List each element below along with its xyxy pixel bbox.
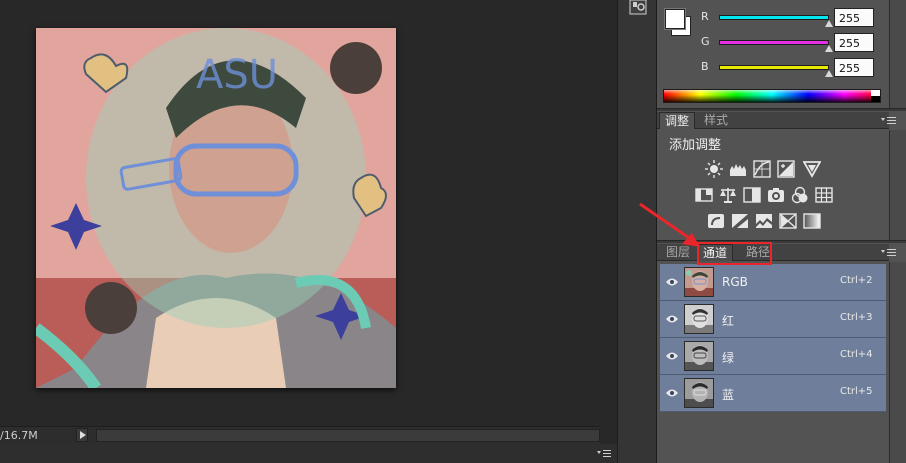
channel-name: RGB — [722, 275, 748, 289]
adjustments-menu-icon[interactable] — [881, 115, 897, 127]
status-bar: /16.7M — [0, 426, 600, 444]
invert-icon[interactable] — [707, 212, 725, 230]
horizontal-scrollbar[interactable] — [96, 429, 600, 442]
canvas-workspace: ASU — [0, 0, 600, 426]
channel-thumbnail — [684, 341, 714, 371]
channel-shortcut: Ctrl+3 — [840, 312, 873, 323]
green-slider-thumb[interactable] — [825, 45, 833, 52]
channel-thumbnail — [684, 378, 714, 408]
eye-visibility-icon[interactable] — [666, 277, 678, 287]
photo-filter-icon[interactable] — [767, 186, 785, 204]
blue-label: B — [701, 60, 709, 73]
color-lookup-icon[interactable] — [815, 186, 833, 204]
channels-menu-icon[interactable] — [881, 247, 897, 259]
blue-slider-row: B 255 — [701, 58, 891, 78]
panel-menu-icon[interactable] — [596, 447, 612, 459]
gradient-map-icon[interactable] — [803, 212, 821, 230]
blue-slider-track[interactable] — [719, 65, 829, 70]
exposure-icon[interactable] — [777, 160, 795, 178]
info-panel-icon[interactable] — [628, 0, 648, 16]
adjustments-scrollbar[interactable] — [889, 130, 906, 240]
channels-tabbar: 图层 通道 路径 — [657, 244, 889, 261]
channel-name: 绿 — [722, 351, 735, 365]
blue-slider-thumb[interactable] — [825, 70, 833, 77]
tab-channels[interactable]: 通道 — [697, 244, 734, 261]
posterize-icon[interactable] — [731, 212, 749, 230]
red-slider-thumb[interactable] — [825, 20, 833, 27]
artwork-image: ASU — [36, 28, 396, 388]
red-slider-track[interactable] — [719, 15, 829, 20]
red-label: R — [701, 10, 709, 23]
foreground-color-swatch[interactable] — [665, 9, 685, 29]
eye-visibility-icon[interactable] — [666, 314, 678, 324]
channel-name: 红 — [722, 314, 735, 328]
green-slider-row: G 255 — [701, 33, 891, 53]
brightness-contrast-icon[interactable] — [705, 160, 723, 178]
vibrance-icon[interactable] — [803, 160, 821, 178]
channels-list: RGB Ctrl+2 红 Ctrl+3 绿 Ctrl+4 蓝 Ctrl+5 — [660, 264, 886, 412]
red-value-field[interactable]: 255 — [834, 8, 874, 27]
channel-shortcut: Ctrl+2 — [840, 275, 873, 286]
tab-paths[interactable]: 路径 — [741, 244, 775, 261]
channel-mixer-icon[interactable] — [791, 186, 809, 204]
channel-shortcut: Ctrl+5 — [840, 386, 873, 397]
tab-layers[interactable]: 图层 — [661, 244, 695, 261]
eye-visibility-icon[interactable] — [666, 351, 678, 361]
black-white-swatch[interactable] — [871, 90, 880, 102]
black-white-icon[interactable] — [743, 186, 761, 204]
adjustments-tabbar: 调整 样式 — [657, 112, 889, 129]
blue-value-field[interactable]: 255 — [834, 58, 874, 77]
document-canvas[interactable]: ASU — [36, 28, 396, 388]
selective-color-icon[interactable] — [779, 212, 797, 230]
color-panel-scrollbar[interactable] — [889, 0, 906, 108]
right-panels: R 255 G 255 B 255 调整 样式 添加调整 图层 通道 路径 RG… — [657, 0, 906, 463]
green-value-field[interactable]: 255 — [834, 33, 874, 52]
panel-dock — [617, 0, 657, 463]
color-balance-icon[interactable] — [719, 186, 737, 204]
hue-saturation-icon[interactable] — [695, 186, 713, 204]
tab-adjustments[interactable]: 调整 — [659, 112, 696, 129]
channel-row-blue[interactable]: 蓝 Ctrl+5 — [660, 375, 886, 412]
threshold-icon[interactable] — [755, 212, 773, 230]
svg-text:ASU: ASU — [196, 52, 278, 98]
document-size-readout: /16.7M — [0, 429, 38, 442]
channels-scrollbar[interactable] — [889, 262, 906, 463]
channel-name: 蓝 — [722, 388, 735, 402]
channel-row-red[interactable]: 红 Ctrl+3 — [660, 301, 886, 338]
color-spectrum-ramp[interactable] — [663, 89, 881, 103]
bottom-strip — [0, 444, 620, 463]
add-adjustment-title: 添加调整 — [669, 138, 722, 153]
channel-thumbnail — [684, 304, 714, 334]
channel-shortcut: Ctrl+4 — [840, 349, 873, 360]
panel-divider[interactable] — [657, 108, 906, 111]
panel-divider[interactable] — [657, 240, 906, 243]
channel-thumbnail — [684, 267, 714, 297]
photoshop-window: ASU /16.7M R 255 G 255 B 255 调整 样式 添加调整 … — [0, 0, 906, 463]
channel-row-rgb[interactable]: RGB Ctrl+2 — [660, 264, 886, 301]
tab-styles[interactable]: 样式 — [699, 112, 733, 129]
channel-row-green[interactable]: 绿 Ctrl+4 — [660, 338, 886, 375]
status-menu-arrow-icon[interactable] — [76, 428, 88, 442]
color-panel: R 255 G 255 B 255 — [657, 0, 889, 112]
curves-icon[interactable] — [753, 160, 771, 178]
levels-icon[interactable] — [729, 160, 747, 178]
green-slider-track[interactable] — [719, 40, 829, 45]
green-label: G — [701, 35, 710, 48]
red-slider-row: R 255 — [701, 8, 891, 28]
eye-visibility-icon[interactable] — [666, 388, 678, 398]
